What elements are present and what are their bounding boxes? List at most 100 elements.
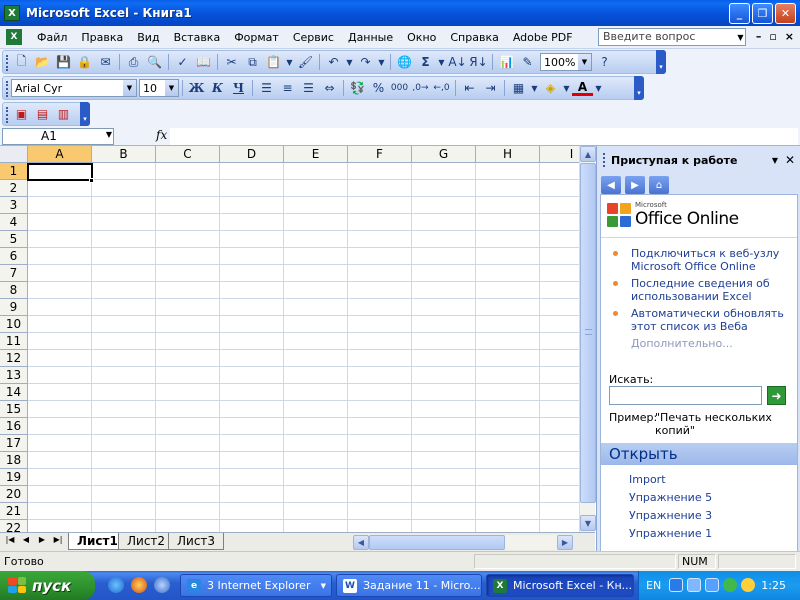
chevron-down-icon[interactable]: ▼ [578, 54, 591, 70]
last-sheet-icon[interactable]: ▶| [51, 535, 65, 544]
row-header[interactable]: 10 [0, 316, 28, 333]
recent-file[interactable]: Упражнение 3 [629, 509, 712, 522]
horizontal-scroll-thumb[interactable] [369, 535, 505, 550]
chart-wizard-icon[interactable]: 📊 [496, 52, 517, 72]
copy-icon[interactable]: ⧉ [242, 52, 263, 72]
column-header[interactable]: D [220, 146, 284, 163]
currency-icon[interactable]: 💱 [347, 78, 368, 98]
task-word-document[interactable]: W Задание 11 - Micro... [336, 574, 482, 597]
menu-edit[interactable]: Правка [74, 31, 130, 44]
increase-decimal-icon[interactable]: ,0→ [410, 78, 431, 98]
row-header[interactable]: 18 [0, 452, 28, 469]
link-excel-news[interactable]: Последние сведения об использовании Exce… [609, 277, 794, 303]
row-header[interactable]: 19 [0, 469, 28, 486]
recent-file[interactable]: Упражнение 5 [629, 491, 712, 504]
workbook-close-button[interactable]: × [785, 30, 794, 43]
row-header[interactable]: 12 [0, 350, 28, 367]
italic-button[interactable]: К [207, 78, 228, 98]
menu-view[interactable]: Вид [130, 31, 166, 44]
row-header[interactable]: 21 [0, 503, 28, 520]
display-icon[interactable] [705, 578, 719, 592]
restore-button[interactable]: ❐ [752, 3, 773, 24]
chevron-down-icon[interactable]: ▼ [165, 80, 178, 96]
row-header[interactable]: 20 [0, 486, 28, 503]
row-header[interactable]: 14 [0, 384, 28, 401]
menu-adobe-pdf[interactable]: Adobe PDF [506, 31, 580, 44]
paste-icon[interactable]: 📋 [263, 52, 284, 72]
row-header[interactable]: 8 [0, 282, 28, 299]
formula-input[interactable] [170, 128, 798, 145]
column-header[interactable]: E [284, 146, 348, 163]
decrease-decimal-icon[interactable]: ←,0 [431, 78, 452, 98]
network-icon[interactable] [687, 578, 701, 592]
row-header[interactable]: 1 [0, 163, 28, 180]
redo-icon[interactable]: ↷ [355, 52, 376, 72]
permission-icon[interactable]: 🔒 [74, 52, 95, 72]
toolbar-options-icon[interactable]: ▾ [634, 76, 644, 100]
insert-function-icon[interactable]: fx [156, 128, 167, 142]
chevron-down-icon[interactable]: ▼ [772, 156, 778, 165]
chevron-down-icon[interactable]: ▼ [284, 52, 295, 72]
new-icon[interactable]: 🗋 [11, 52, 32, 72]
scroll-right-icon[interactable]: ▶ [557, 535, 573, 550]
back-icon[interactable]: ◀ [601, 176, 621, 194]
cut-icon[interactable]: ✂ [221, 52, 242, 72]
chevron-down-icon[interactable]: ▼ [376, 52, 387, 72]
convert-pdf-review-icon[interactable]: ▥ [53, 104, 74, 124]
worksheet-grid[interactable]: ABCDEFGHI 1 2 3 4 5 6 7 8 9 10 11 12 13 14 15 16 17 18 19 2… [0, 146, 579, 532]
sort-asc-icon[interactable]: A↓ [447, 52, 468, 72]
row-header[interactable]: 4 [0, 214, 28, 231]
first-sheet-icon[interactable]: |◀ [3, 535, 17, 544]
chevron-down-icon[interactable]: ▼ [436, 52, 447, 72]
desktop-icon[interactable] [154, 577, 170, 593]
open-icon[interactable]: 📂 [32, 52, 53, 72]
print-preview-icon[interactable]: 🔍 [144, 52, 165, 72]
row-header[interactable]: 5 [0, 231, 28, 248]
menu-tools[interactable]: Сервис [286, 31, 341, 44]
align-right-icon[interactable]: ☰ [298, 78, 319, 98]
format-painter-icon[interactable]: 🖌 [295, 52, 316, 72]
workbook-minimize-button[interactable]: – [756, 30, 762, 43]
link-auto-update[interactable]: Автоматически обновлять этот список из В… [609, 307, 794, 333]
next-sheet-icon[interactable]: ▶ [35, 535, 49, 544]
vertical-scrollbar[interactable]: ▲ ▼ [579, 146, 596, 532]
menu-file[interactable]: Файл [30, 31, 74, 44]
ie-quicklaunch-icon[interactable] [108, 577, 124, 593]
chevron-down-icon[interactable]: ▼ [735, 29, 746, 45]
percent-button[interactable]: % [368, 78, 389, 98]
merge-center-icon[interactable]: ⇔ [319, 78, 340, 98]
decrease-indent-icon[interactable]: ⇤ [459, 78, 480, 98]
row-header[interactable]: 22 [0, 520, 28, 532]
borders-icon[interactable]: ▦ [508, 78, 529, 98]
scroll-down-icon[interactable]: ▼ [580, 515, 596, 531]
convert-pdf-icon[interactable]: ▣ [11, 104, 32, 124]
workbook-restore-button[interactable]: ▫ [769, 30, 776, 43]
column-header[interactable]: H [476, 146, 540, 163]
save-icon[interactable]: 💾 [53, 52, 74, 72]
task-internet-explorer[interactable]: e 3 Internet Explorer ▼ [180, 574, 332, 597]
horizontal-scrollbar[interactable]: ◀ ▶ [353, 535, 573, 550]
chevron-down-icon[interactable]: ▼ [593, 78, 604, 98]
arrow-right-icon[interactable]: ➜ [767, 386, 786, 405]
font-size-select[interactable]: 10 ▼ [139, 79, 179, 97]
cells-area[interactable] [28, 163, 579, 532]
column-header[interactable]: C [156, 146, 220, 163]
row-header[interactable]: 9 [0, 299, 28, 316]
column-header[interactable]: F [348, 146, 412, 163]
row-header[interactable]: 2 [0, 180, 28, 197]
zoom-select[interactable]: 100% ▼ [540, 53, 592, 71]
chevron-down-icon[interactable]: ▼ [123, 80, 136, 96]
chevron-down-icon[interactable]: ▼ [106, 130, 112, 139]
align-center-icon[interactable]: ≡ [277, 78, 298, 98]
prev-sheet-icon[interactable]: ◀ [19, 535, 33, 544]
menu-help[interactable]: Справка [443, 31, 505, 44]
drawing-icon[interactable]: ✎ [517, 52, 538, 72]
row-header[interactable]: 3 [0, 197, 28, 214]
undo-icon[interactable]: ↶ [323, 52, 344, 72]
select-all-button[interactable] [0, 146, 28, 163]
help-question-input[interactable]: Введите вопрос [598, 28, 746, 46]
font-color-icon[interactable]: A [572, 80, 593, 96]
row-header[interactable]: 15 [0, 401, 28, 418]
recent-file[interactable]: Упражнение 1 [629, 527, 712, 540]
chevron-down-icon[interactable]: ▼ [529, 78, 540, 98]
